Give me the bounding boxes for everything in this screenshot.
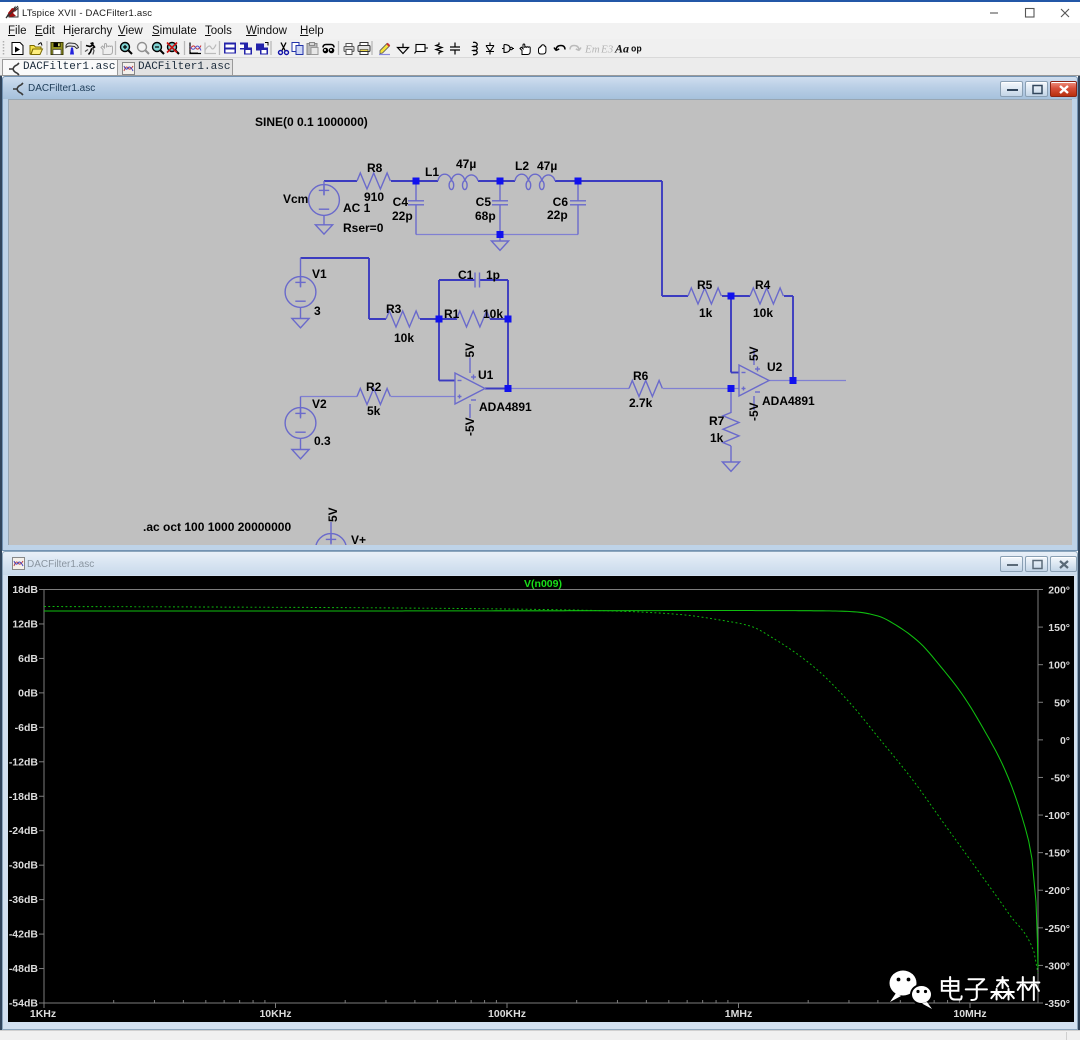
svg-text:22p: 22p bbox=[547, 208, 568, 222]
svg-text:1MHz: 1MHz bbox=[725, 1008, 752, 1020]
svg-text:C5: C5 bbox=[476, 195, 492, 209]
svg-text:6dB: 6dB bbox=[18, 653, 38, 665]
svg-text:-42dB: -42dB bbox=[9, 929, 39, 941]
svg-text:12dB: 12dB bbox=[12, 618, 38, 630]
svg-text:910: 910 bbox=[364, 190, 384, 204]
svg-text:-30dB: -30dB bbox=[9, 860, 39, 872]
svg-text:-5V: -5V bbox=[747, 402, 761, 421]
svg-text:0dB: 0dB bbox=[18, 687, 38, 699]
svg-text:0°: 0° bbox=[1060, 735, 1070, 747]
svg-text:-36dB: -36dB bbox=[9, 894, 39, 906]
svg-text:22p: 22p bbox=[392, 209, 413, 223]
svg-text:R4: R4 bbox=[755, 278, 771, 292]
svg-text:L2: L2 bbox=[515, 159, 529, 173]
svg-text:-12dB: -12dB bbox=[9, 756, 39, 768]
svg-text:1p: 1p bbox=[486, 268, 500, 282]
svg-text:10k: 10k bbox=[753, 306, 773, 320]
svg-text:1KHz: 1KHz bbox=[30, 1008, 56, 1020]
svg-text:1k: 1k bbox=[710, 431, 724, 445]
svg-text:R1: R1 bbox=[444, 307, 460, 321]
svg-text:3: 3 bbox=[314, 304, 321, 318]
svg-text:-250°: -250° bbox=[1045, 923, 1070, 935]
svg-text:100°: 100° bbox=[1048, 660, 1070, 672]
svg-text:op: op bbox=[631, 45, 642, 55]
svg-text:68p: 68p bbox=[475, 209, 496, 223]
svg-text:47µ: 47µ bbox=[456, 157, 476, 171]
svg-text:R5: R5 bbox=[697, 278, 713, 292]
svg-text:100KHz: 100KHz bbox=[488, 1008, 526, 1020]
svg-text:V1: V1 bbox=[312, 267, 327, 281]
svg-text:V(n009): V(n009) bbox=[524, 578, 562, 590]
svg-text:-300°: -300° bbox=[1045, 960, 1070, 972]
svg-text:U2: U2 bbox=[767, 360, 783, 374]
svg-text:R8: R8 bbox=[367, 161, 383, 175]
svg-text:-200°: -200° bbox=[1045, 885, 1070, 897]
svg-text:150°: 150° bbox=[1048, 622, 1070, 634]
svg-text:R7: R7 bbox=[709, 414, 725, 428]
svg-text:SINE(0 0.1 1000000): SINE(0 0.1 1000000) bbox=[255, 115, 368, 129]
svg-text:10k: 10k bbox=[394, 331, 414, 345]
svg-text:47µ: 47µ bbox=[537, 159, 557, 173]
svg-text:Rser=0: Rser=0 bbox=[343, 221, 384, 235]
svg-text:R3: R3 bbox=[386, 302, 402, 316]
svg-text:200°: 200° bbox=[1048, 585, 1070, 597]
svg-text:V2: V2 bbox=[312, 397, 327, 411]
svg-text:ADA4891: ADA4891 bbox=[762, 394, 815, 408]
svg-text:C1: C1 bbox=[458, 268, 474, 282]
svg-text:Aa: Aa bbox=[614, 42, 629, 56]
svg-text:L1: L1 bbox=[425, 165, 439, 179]
svg-text:-150°: -150° bbox=[1045, 848, 1070, 860]
svg-text:5V: 5V bbox=[326, 507, 340, 522]
svg-text:ADA4891: ADA4891 bbox=[479, 400, 532, 414]
svg-text:U1: U1 bbox=[478, 368, 494, 382]
svg-text:5V: 5V bbox=[747, 346, 761, 361]
svg-text:5k: 5k bbox=[367, 404, 381, 418]
svg-text:R6: R6 bbox=[633, 369, 649, 383]
svg-text:C4: C4 bbox=[393, 195, 409, 209]
svg-text:10MHz: 10MHz bbox=[953, 1008, 986, 1020]
svg-text:50°: 50° bbox=[1054, 697, 1070, 709]
svg-text:-6dB: -6dB bbox=[15, 722, 39, 734]
svg-text:5V: 5V bbox=[463, 343, 477, 358]
svg-text:-24dB: -24dB bbox=[9, 825, 39, 837]
svg-text:-50°: -50° bbox=[1051, 772, 1070, 784]
svg-text:2.7k: 2.7k bbox=[629, 396, 653, 410]
svg-text:C6: C6 bbox=[553, 195, 569, 209]
svg-text:-48dB: -48dB bbox=[9, 963, 39, 975]
svg-text:-18dB: -18dB bbox=[9, 791, 39, 803]
svg-text:Em: Em bbox=[584, 44, 600, 56]
svg-text:.ac oct 100 1000 20000000: .ac oct 100 1000 20000000 bbox=[143, 520, 291, 534]
svg-text:R2: R2 bbox=[366, 380, 382, 394]
svg-text:V+: V+ bbox=[351, 533, 366, 545]
svg-text:10KHz: 10KHz bbox=[259, 1008, 291, 1020]
svg-text:E3: E3 bbox=[600, 44, 614, 56]
svg-text:-350°: -350° bbox=[1045, 998, 1070, 1010]
svg-text:0.3: 0.3 bbox=[314, 434, 331, 448]
svg-text:10k: 10k bbox=[483, 307, 503, 321]
svg-text:18dB: 18dB bbox=[12, 584, 38, 596]
svg-text:Vcm: Vcm bbox=[283, 192, 308, 206]
svg-text:-5V: -5V bbox=[463, 417, 477, 436]
svg-text:-100°: -100° bbox=[1045, 810, 1070, 822]
svg-text:1k: 1k bbox=[699, 306, 713, 320]
